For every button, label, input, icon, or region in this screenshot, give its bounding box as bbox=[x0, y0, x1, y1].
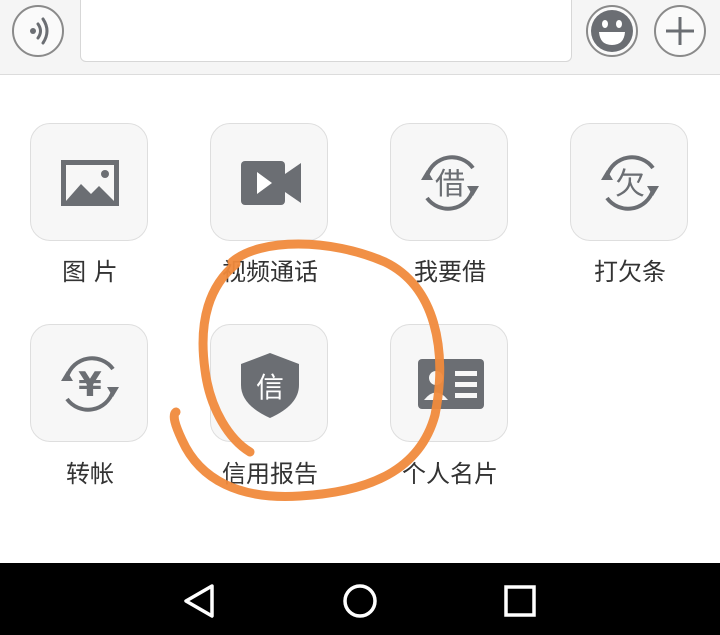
iou-icon: 欠 bbox=[601, 155, 659, 211]
back-triangle-icon[interactable] bbox=[180, 581, 220, 621]
business-card-button[interactable] bbox=[390, 324, 508, 442]
iou-button[interactable]: 欠 bbox=[570, 123, 688, 241]
credit-report-button[interactable]: 信 bbox=[210, 324, 328, 442]
picture-label: 图 片 bbox=[62, 258, 118, 286]
input-toolbar bbox=[0, 0, 720, 75]
voice-button[interactable] bbox=[12, 5, 64, 57]
yuan-transfer-icon: ¥ bbox=[61, 356, 119, 412]
transfer-label: 转帐 bbox=[66, 460, 114, 488]
plus-button[interactable] bbox=[654, 5, 706, 57]
video-call-button[interactable] bbox=[210, 123, 328, 241]
home-circle-icon[interactable] bbox=[340, 581, 380, 621]
picture-icon bbox=[61, 160, 119, 206]
picture-button[interactable] bbox=[30, 123, 148, 241]
video-call-label: 视频通话 bbox=[222, 258, 318, 286]
emoji-button[interactable] bbox=[586, 5, 638, 57]
borrow-button[interactable]: 借 bbox=[390, 123, 508, 241]
contact-card-icon bbox=[418, 359, 484, 409]
borrow-icon: 借 bbox=[421, 155, 479, 211]
navigation-bar bbox=[0, 563, 720, 635]
transfer-button[interactable]: ¥ bbox=[30, 324, 148, 442]
borrow-glyph: 借 bbox=[435, 167, 465, 202]
video-camera-icon bbox=[241, 161, 301, 205]
business-card-label: 个人名片 bbox=[402, 460, 498, 488]
iou-label: 打欠条 bbox=[594, 258, 666, 286]
smiley-face-icon bbox=[591, 10, 633, 52]
borrow-label: 我要借 bbox=[414, 258, 486, 286]
credit-glyph: 信 bbox=[256, 371, 284, 404]
yuan-glyph: ¥ bbox=[78, 365, 102, 405]
annotation-circle-icon bbox=[169, 239, 445, 501]
recents-square-icon[interactable] bbox=[500, 581, 540, 621]
voice-wave-icon bbox=[30, 17, 49, 45]
iou-glyph: 欠 bbox=[615, 167, 645, 202]
message-input[interactable] bbox=[80, 0, 572, 62]
credit-report-label: 信用报告 bbox=[222, 460, 318, 488]
credit-shield-icon: 信 bbox=[241, 353, 299, 418]
plus-icon bbox=[666, 17, 694, 45]
